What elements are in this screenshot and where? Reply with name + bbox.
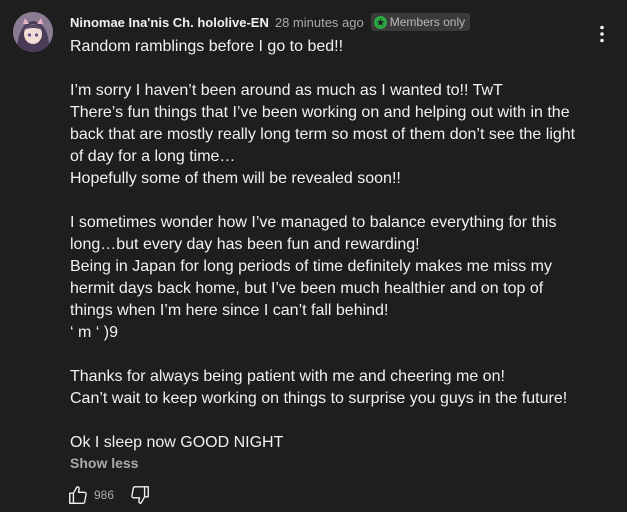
post-text-line: Being in Japan for long periods of time … [70,258,552,275]
post-text: Random ramblings before I go to bed!! I’m… [70,36,600,454]
post-text-line: long…but every day has been fun and rewa… [70,236,420,253]
post-text-line: Random ramblings before I go to bed!! [70,38,344,55]
show-less-button[interactable]: Show less [70,455,138,471]
community-post: Ninomae Ina'nis Ch. hololive-EN 28 minut… [0,0,627,512]
post-text-line: Hopefully some of them will be revealed … [70,170,401,187]
post-text-line: Ok I sleep now GOOD NIGHT [70,434,284,451]
like-button[interactable] [66,483,90,507]
post-time[interactable]: 28 minutes ago [275,15,364,30]
post-text-line: Can’t wait to keep working on things to … [70,390,568,407]
post-text-line: of day for a long time… [70,148,236,165]
thumbs-down-icon [131,486,149,504]
members-only-badge: Members only [370,13,471,31]
post-text-line: things when I’m here since I can’t fall … [70,302,389,319]
action-bar: 986 [66,483,152,507]
post-text-line: I’m sorry I haven’t been around as much … [70,82,503,99]
post-text-line: back that are mostly really long term so… [70,126,576,143]
author-name[interactable]: Ninomae Ina'nis Ch. hololive-EN [70,15,269,30]
dislike-button[interactable] [128,483,152,507]
post-text-line: Thanks for always being patient with me … [70,368,505,385]
post-text-line: I sometimes wonder how I’ve managed to b… [70,214,557,231]
post-text-line: There’s fun things that I’ve been workin… [70,104,570,121]
members-star-icon [373,15,387,29]
post-text-line: ‘ m ‘ )9 [70,324,118,341]
post-text-line: hermit days back home, but I’ve been muc… [70,280,544,297]
thumbs-up-icon [69,486,87,504]
avatar[interactable] [13,12,53,52]
post-header: Ninomae Ina'nis Ch. hololive-EN 28 minut… [70,13,471,31]
like-count: 986 [94,488,115,502]
badge-label: Members only [389,15,466,29]
